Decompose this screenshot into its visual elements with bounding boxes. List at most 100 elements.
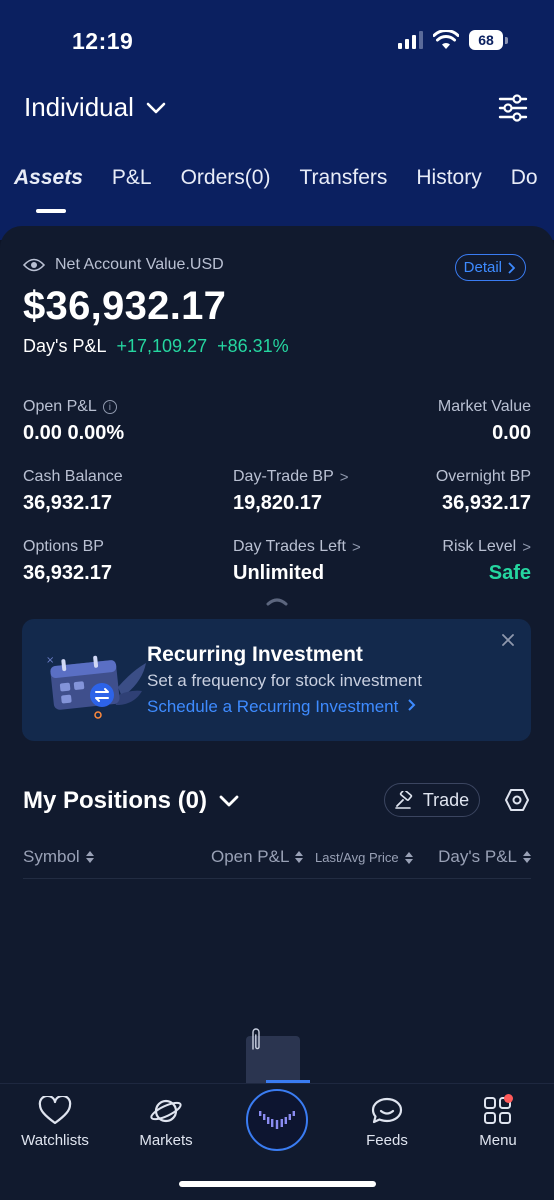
net-account-value: $36,932.17 [23, 284, 227, 328]
overnight-bp-metric: Overnight BP 36,932.17 [436, 468, 531, 515]
sliders-icon[interactable] [498, 94, 528, 122]
open-pnl-label: Open P&L [23, 398, 97, 415]
positions-table-header: Symbol Open P&L Last/Avg Price Day's P&L [23, 847, 531, 879]
day-trades-left-label: Day Trades Left [233, 538, 346, 555]
nav-label-text: Net Account Value.USD [55, 256, 224, 273]
risk-level-metric[interactable]: Risk Level > Safe [442, 538, 531, 585]
column-symbol-label: Symbol [23, 847, 80, 866]
day-trades-left-value: Unlimited [233, 562, 325, 584]
nav-menu[interactable]: Menu [443, 1094, 553, 1149]
chevron-up-icon[interactable] [266, 596, 288, 606]
cash-balance-metric: Cash Balance 36,932.17 [23, 468, 123, 515]
positions-title: My Positions (0) [23, 787, 208, 814]
status-time: 12:19 [72, 28, 134, 54]
column-last-avg-price-label: Last/Avg Price [315, 850, 399, 865]
home-indicator[interactable] [179, 1181, 376, 1187]
close-icon[interactable] [501, 633, 515, 647]
trade-label: Trade [422, 789, 470, 810]
nav-menu-label: Menu [479, 1132, 517, 1149]
column-open-pnl-label: Open P&L [211, 847, 290, 866]
open-pnl-metric: Open P&L i 0.00 0.00% [23, 398, 124, 445]
nav-markets[interactable]: Markets [111, 1096, 221, 1149]
market-value-label: Market Value [437, 398, 531, 415]
column-symbol[interactable]: Symbol [23, 847, 94, 867]
chevron-right-icon [408, 699, 416, 711]
paperclip-icon [252, 1028, 260, 1050]
options-bp-value: 36,932.17 [23, 562, 112, 584]
status-icons: 68 [398, 30, 508, 50]
account-name: Individual [24, 92, 134, 122]
tab-transfers[interactable]: Transfers [299, 166, 387, 190]
battery-level: 68 [469, 30, 503, 50]
net-account-value-label: Net Account Value.USD [23, 256, 224, 274]
cash-balance-label: Cash Balance [23, 468, 123, 485]
planet-icon [150, 1099, 182, 1123]
nav-feeds-label: Feeds [366, 1132, 408, 1149]
days-pnl-value: +17,109.27 [116, 336, 208, 356]
account-selector[interactable]: Individual [24, 92, 166, 123]
tab-history[interactable]: History [416, 166, 481, 190]
days-pnl-percent: +86.31% [217, 336, 289, 356]
notification-badge [504, 1094, 513, 1103]
chevron-right-icon: > [339, 468, 349, 486]
info-icon[interactable]: i [102, 400, 117, 414]
days-pnl-row: Day's P&L +17,109.27 +86.31% [23, 336, 289, 357]
calendar-illustration-icon: × [46, 655, 146, 719]
overnight-bp-label: Overnight BP [435, 468, 531, 485]
day-trade-bp-value: 19,820.17 [233, 492, 322, 514]
home-logo-icon [259, 1111, 295, 1129]
open-pnl-value: 0.00 0.00% [23, 422, 125, 444]
market-value-metric: Market Value 0.00 [438, 398, 531, 445]
eye-icon[interactable] [23, 257, 45, 273]
recurring-investment-banner[interactable]: × Recurring Investment Set a frequency f… [22, 619, 531, 741]
day-trade-bp-metric[interactable]: Day-Trade BP > 19,820.17 [233, 468, 349, 515]
settings-icon[interactable] [505, 788, 529, 812]
detail-button[interactable]: Detail [454, 254, 526, 281]
positions-dropdown[interactable]: My Positions (0) [23, 787, 239, 815]
tab-pnl[interactable]: P&L [112, 166, 152, 190]
nav-watchlists[interactable]: Watchlists [0, 1096, 110, 1149]
trade-button[interactable]: Trade [384, 783, 480, 817]
tab-documents[interactable]: Do [511, 166, 538, 190]
battery-icon: 68 [469, 30, 508, 50]
chevron-right-icon: > [522, 538, 531, 556]
wifi-icon [433, 30, 459, 49]
cash-balance-value: 36,932.17 [23, 492, 112, 514]
risk-level-value: Safe [488, 562, 531, 584]
banner-title: Recurring Investment [147, 643, 363, 666]
nav-home-logo[interactable] [246, 1089, 308, 1151]
tab-assets[interactable]: Assets [14, 166, 83, 213]
header-area: 12:19 68 Individual Assets P&L Orders(0) [0, 0, 554, 240]
day-trades-left-metric[interactable]: Day Trades Left > Unlimited [233, 538, 361, 585]
column-days-pnl[interactable]: Day's P&L [438, 847, 531, 867]
svg-text:×: × [46, 655, 54, 666]
overnight-bp-value: 36,932.17 [442, 492, 531, 514]
nav-feeds[interactable]: Feeds [332, 1096, 442, 1149]
sort-icon [295, 851, 304, 863]
heart-icon [38, 1096, 72, 1125]
column-days-pnl-label: Day's P&L [438, 847, 517, 866]
options-bp-label: Options BP [23, 538, 104, 555]
column-open-pnl[interactable]: Open P&L [211, 847, 304, 867]
sort-icon [523, 851, 531, 863]
chevron-right-icon: > [351, 538, 361, 556]
nav-watchlists-label: Watchlists [21, 1132, 89, 1149]
sort-icon [404, 851, 413, 864]
schedule-recurring-link[interactable]: Schedule a Recurring Investment [147, 697, 417, 717]
risk-level-label: Risk Level [442, 538, 517, 555]
chevron-right-icon [508, 261, 515, 274]
tab-orders[interactable]: Orders(0) [181, 166, 271, 190]
gavel-icon [395, 791, 412, 809]
options-bp-metric: Options BP 36,932.17 [23, 538, 112, 585]
column-last-avg-price[interactable]: Last/Avg Price [315, 850, 413, 865]
chevron-down-icon [146, 102, 166, 113]
tab-bar: Assets P&L Orders(0) Transfers History D… [14, 166, 538, 213]
sort-icon [85, 851, 94, 863]
days-pnl-label: Day's P&L [23, 336, 107, 356]
chat-smile-icon [371, 1097, 403, 1124]
signal-icon [398, 31, 423, 49]
day-trade-bp-label: Day-Trade BP [233, 468, 334, 485]
nav-markets-label: Markets [139, 1132, 193, 1149]
chevron-down-icon [219, 795, 239, 807]
banner-subtitle: Set a frequency for stock investment [147, 671, 422, 690]
